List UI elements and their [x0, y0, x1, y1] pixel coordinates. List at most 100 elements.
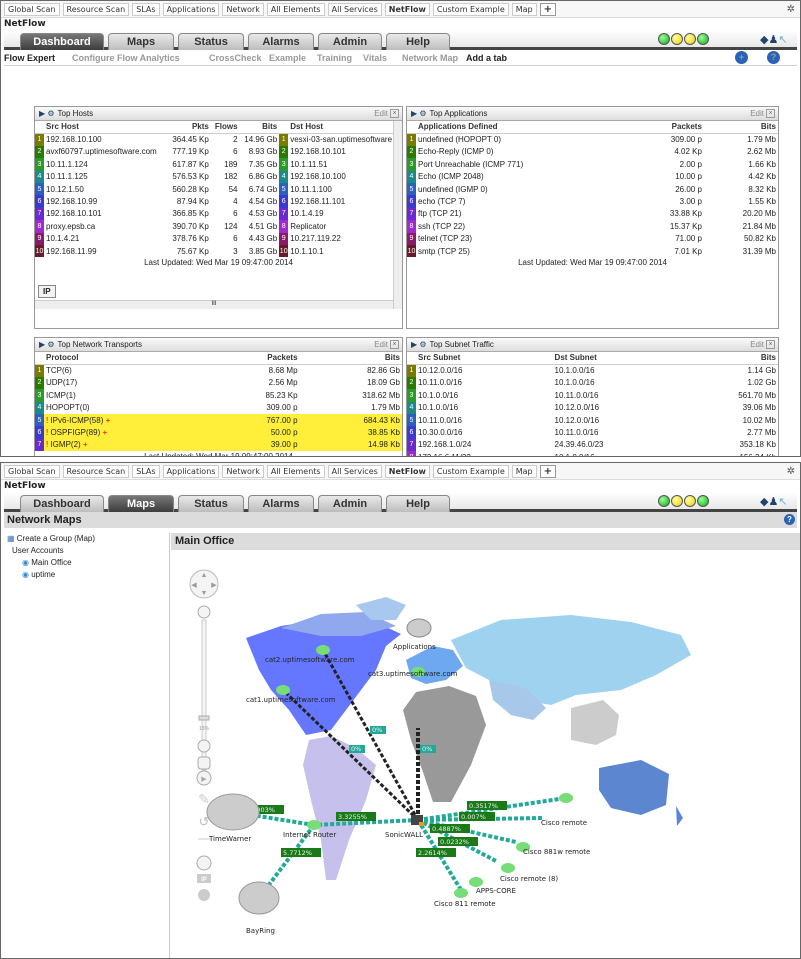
col-header[interactable]: Src Subnet	[416, 352, 553, 365]
table-row[interactable]: 7! IGMP(2) +39.00 p 14.98 Kb	[35, 438, 402, 452]
table-row[interactable]: 8 ssh (TCP 22) 15.37 Kp 21.84 Mb	[407, 220, 778, 233]
subtab-training[interactable]: Training	[317, 53, 352, 63]
tab-dashboard[interactable]: Dashboard	[20, 33, 104, 50]
topnav-item[interactable]: All Services	[327, 464, 382, 478]
close-icon[interactable]: ×	[766, 340, 775, 349]
cloud-icon[interactable]	[206, 793, 260, 831]
table-row[interactable]: 9 10.1.4.21 378.76 Kp 6 4.43 Gb 9 10.217.119.2…	[35, 232, 402, 245]
tab-maps[interactable]: Maps	[108, 495, 174, 512]
help-circle-icon[interactable]: ?	[784, 514, 795, 525]
topnav-item[interactable]: Global Scan	[4, 2, 60, 16]
topnav-item[interactable]: Custom Example	[432, 464, 509, 478]
tree-item-uptime[interactable]: ◉ uptime	[4, 569, 169, 581]
table-row[interactable]: 6 192.168.10.99 87.94 Kp 4 4.54 Gb 6 192.168.1…	[35, 195, 402, 208]
topnav-item[interactable]: Global Scan	[4, 464, 60, 478]
table-row[interactable]: 8172.16.6.11/3210.1.0.0/16156.34 Kb	[407, 451, 778, 456]
table-row[interactable]: 7 192.168.10.101 366.85 Kp 6 4.53 Gb 7 10.1.4.…	[35, 207, 402, 221]
topnav-item[interactable]: Applications	[162, 464, 220, 478]
horizontal-scrollbar[interactable]: III	[35, 300, 393, 309]
tab-status[interactable]: Status	[178, 33, 244, 50]
expand-icon[interactable]: ▶ ⚙	[411, 340, 427, 349]
col-header[interactable]: Bits	[299, 352, 402, 365]
table-row[interactable]: 5! IPv6-ICMP(58) +767.00 p 684.43 Kb	[35, 413, 402, 427]
router-icon[interactable]	[316, 645, 330, 655]
close-icon[interactable]: ×	[766, 109, 775, 118]
vertical-scrollbar[interactable]	[393, 121, 402, 309]
edit-link[interactable]: Edit	[374, 107, 388, 120]
table-row[interactable]: 2 Echo-Reply (ICMP 0) 4.02 Kp 2.62 Mb	[407, 145, 778, 159]
topnav-item[interactable]: Network	[222, 464, 264, 478]
table-row[interactable]: 2 UDP(17) 2.56 Mp 18.09 Gb	[35, 376, 402, 390]
tree-item-user-accounts[interactable]: User Accounts	[4, 545, 169, 557]
col-header[interactable]: Dst Subnet	[552, 352, 679, 365]
close-icon[interactable]: ×	[390, 109, 399, 118]
arrow-icon[interactable]: ↖	[778, 34, 787, 46]
tree-item-main-office[interactable]: ◉ Main Office	[4, 557, 169, 569]
topnav-item[interactable]: NetFlow	[384, 464, 430, 478]
tab-dashboard[interactable]: Dashboard	[20, 495, 104, 512]
table-row[interactable]: 6 10.30.0.0/16 10.11.0.0/16 2.77 Mb	[407, 426, 778, 439]
table-row[interactable]: 6 echo (TCP 7) 3.00 p 1.55 Kb	[407, 195, 778, 208]
router-icon[interactable]	[454, 888, 468, 898]
table-row[interactable]: 3 Port Unreachable (ICMP 771) 2.00 p 1.66 K…	[407, 158, 778, 171]
edit-link[interactable]: Edit	[374, 338, 388, 351]
users-icon[interactable]: ♟	[768, 34, 778, 46]
table-row[interactable]: 3 10.1.0.0/16 10.11.0.0/16 561.70 Mb	[407, 389, 778, 402]
topnav-item[interactable]: SLAs	[132, 2, 160, 16]
router-icon[interactable]	[307, 820, 321, 830]
subtab-configure-flow-analytics[interactable]: Configure Flow Analytics	[72, 53, 180, 63]
topnav-item[interactable]: NetFlow	[384, 2, 430, 16]
router-icon[interactable]	[469, 877, 483, 887]
table-row[interactable]: 2 avxf60797.uptimesoftware.com 777.19 Kp 6 8…	[35, 145, 402, 159]
table-row[interactable]: 5 10.11.0.0/16 10.12.0.0/16 10.02 Mb	[407, 413, 778, 427]
edit-link[interactable]: Edit	[750, 107, 764, 120]
subtab-network-map[interactable]: Network Map	[402, 53, 458, 63]
close-icon[interactable]: ×	[390, 340, 399, 349]
tab-status[interactable]: Status	[178, 495, 244, 512]
col-header[interactable]: Protocol	[44, 352, 212, 365]
expand-icon[interactable]: ▶ ⚙	[39, 340, 55, 349]
subtab-add-tab[interactable]: Add a tab	[466, 53, 507, 63]
topnav-item[interactable]: Applications	[162, 2, 220, 16]
tab-help[interactable]: Help	[386, 495, 450, 512]
table-row[interactable]: 7 192.168.1.0/24 24.39.46.0/23 353.18 Kb	[407, 438, 778, 452]
col-header[interactable]: Packets	[632, 121, 704, 134]
zoom-out-icon[interactable]	[197, 739, 211, 753]
col-header[interactable]: Bits	[703, 121, 778, 134]
cloud-icon[interactable]	[238, 881, 280, 915]
table-row[interactable]: 4 10.11.1.125 576.53 Kp 182 6.86 Gb 4 192.168.…	[35, 170, 402, 183]
table-row[interactable]: 1 TCP(6) 8.68 Mp 82.86 Gb	[35, 364, 402, 377]
table-row[interactable]: 5 undefined (IGMP 0) 26.00 p 8.32 Kb	[407, 182, 778, 196]
table-row[interactable]: 3 10.11.1.124 617.87 Kp 189 7.35 Gb 3 10.1.11.…	[35, 158, 402, 171]
table-row[interactable]: 1 undefined (HOPOPT 0) 309.00 p 1.79 Mb	[407, 133, 778, 146]
col-header[interactable]: Bits	[678, 352, 778, 365]
compass-icon[interactable]	[196, 855, 212, 871]
tab-admin[interactable]: Admin	[318, 33, 382, 50]
table-row[interactable]: 5 10.12.1.50 560.28 Kp 54 6.74 Gb 5 10.11.1.10…	[35, 182, 402, 196]
topnav-item[interactable]: All Elements	[266, 464, 325, 478]
table-row[interactable]: 7 ftp (TCP 21) 33.88 Kp 20.20 Mb	[407, 207, 778, 221]
tab-alarms[interactable]: Alarms	[248, 33, 314, 50]
col-header[interactable]: Dst Host	[288, 121, 402, 134]
subtab-vitals[interactable]: Vitals	[363, 53, 387, 63]
zoom-control[interactable]: ▲ ▼ ◀ ▶ 15% ▶ ✎ ↺ IP	[189, 569, 219, 901]
tree-item-create-group[interactable]: ▦ Create a Group (Map)	[4, 533, 169, 545]
tab-admin[interactable]: Admin	[318, 495, 382, 512]
subtab-example[interactable]: Example	[269, 53, 306, 63]
expand-icon[interactable]: ▶ ⚙	[39, 109, 55, 118]
tab-alarms[interactable]: Alarms	[248, 495, 314, 512]
topnav-item[interactable]: All Services	[327, 2, 382, 16]
topnav-item[interactable]: +	[539, 2, 557, 16]
topnav-item[interactable]: Resource Scan	[62, 2, 130, 16]
table-row[interactable]: 2 10.11.0.0/16 10.1.0.0/16 1.02 Gb	[407, 376, 778, 390]
col-header[interactable]: Src Host	[44, 121, 168, 134]
table-row[interactable]: 10 smtp (TCP 25) 7.01 Kp 31.39 Mb	[407, 244, 778, 258]
gear-icon[interactable]: ✲	[787, 4, 795, 15]
topnav-item[interactable]: +	[539, 464, 557, 478]
topnav-item[interactable]: All Elements	[266, 2, 325, 16]
users-icon[interactable]: ♟	[768, 496, 778, 508]
network-map[interactable]: ▲ ▼ ◀ ▶ 15% ▶ ✎ ↺ IP 0% 0% 0% 0.0003% 3.…	[171, 550, 801, 959]
table-row[interactable]: 10 192.168.11.99 75.67 Kp 3 3.85 Gb 10 10.1.10…	[35, 244, 402, 258]
zoom-handle[interactable]	[198, 715, 210, 721]
firewall-icon[interactable]	[411, 815, 424, 826]
